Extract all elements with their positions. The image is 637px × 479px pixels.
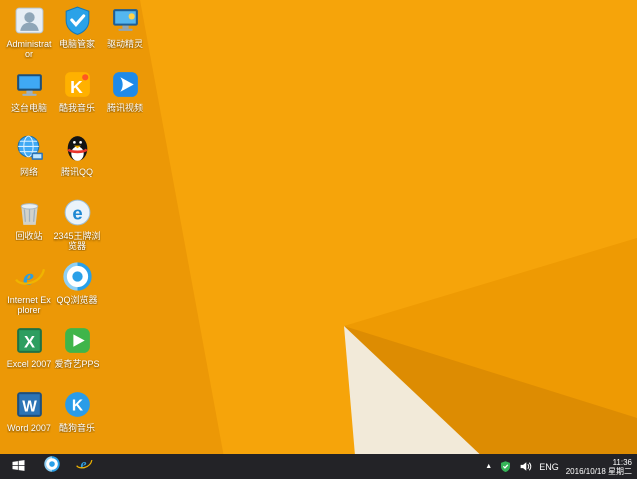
volume-button[interactable] [519, 460, 532, 473]
desktop-icon-network[interactable]: 网络 [5, 132, 53, 177]
desktop-icon-label: 爱奇艺PPS [54, 359, 100, 369]
svg-text:e: e [72, 203, 82, 224]
desktop-icon-2345-browser[interactable]: e 2345王牌浏览器 [53, 196, 101, 251]
desktop-icon-administrator[interactable]: Administrator [5, 4, 53, 59]
svg-text:K: K [70, 77, 83, 97]
desktop-icon-qq-browser[interactable]: QQ浏览器 [53, 260, 101, 305]
desktop-icon-label: 这台电脑 [10, 103, 47, 113]
qq-penguin-icon [61, 132, 94, 165]
desktop-icon-this-pc[interactable]: 这台电脑 [5, 68, 53, 113]
desktop-icon-label: 驱动精灵 [106, 39, 143, 49]
excel-icon: X [13, 324, 46, 357]
desktop-icon-label: 腾讯视频 [106, 103, 143, 113]
desktop-icon-label: 酷狗音乐 [58, 423, 95, 433]
kugou-k-icon: K [61, 388, 94, 421]
desktop-background[interactable]: Administrator 这台电脑网络回收站 e Internet Explorer… [0, 0, 637, 479]
desktop-icon-label: Administrator [6, 39, 52, 59]
driver-monitor-icon [109, 4, 142, 37]
desktop-icon-label: 酷我音乐 [58, 103, 95, 113]
desktop-icon-excel-2007[interactable]: X Excel 2007 [5, 324, 53, 369]
svg-text:e: e [22, 264, 33, 291]
taskbar: e ▲ ENG 11:36 2016/10/18 星期二 [0, 454, 637, 479]
security-tray-button[interactable] [499, 460, 512, 473]
desktop-icon-tencent-qq[interactable]: 腾讯QQ [53, 132, 101, 177]
shield-check-icon [499, 460, 512, 473]
svg-text:W: W [22, 399, 37, 416]
screen: Administrator 这台电脑网络回收站 e Internet Explorer… [0, 0, 637, 479]
desktop-icon-driver-genius[interactable]: 驱动精灵 [101, 4, 149, 49]
desktop-icon-label: 电脑管家 [58, 39, 95, 49]
qq-browser-icon [43, 455, 61, 478]
desktop-icon-recycle-bin[interactable]: 回收站 [5, 196, 53, 241]
clock[interactable]: 11:36 2016/10/18 星期二 [566, 458, 632, 476]
desktop-icon-label: Internet Explorer [7, 295, 51, 315]
desktop-icon-internet-explorer[interactable]: e Internet Explorer [5, 260, 53, 315]
desktop-icon-tencent-video[interactable]: 腾讯视频 [101, 68, 149, 113]
computer-icon [13, 68, 46, 101]
desktop-icon-word-2007[interactable]: W Word 2007 [5, 388, 53, 433]
desktop-icon-kuwo-music[interactable]: K 酷我音乐 [53, 68, 101, 113]
desktop-icon-label: Word 2007 [7, 423, 51, 433]
svg-text:K: K [71, 398, 83, 415]
start-button[interactable] [0, 454, 36, 479]
taskbar-app-qq-browser[interactable] [36, 454, 68, 479]
desktop-icon-label: 2345王牌浏览器 [53, 231, 101, 251]
user-folder-icon [13, 4, 46, 37]
taskbar-app-internet-explorer[interactable]: e [68, 454, 100, 479]
language-indicator[interactable]: ENG [539, 462, 559, 472]
desktop-icon-label: 回收站 [15, 231, 43, 241]
shield-check-icon [61, 4, 94, 37]
show-hidden-icons-button[interactable]: ▲ [485, 463, 492, 470]
svg-text:X: X [23, 334, 34, 352]
music-k-icon: K [61, 68, 94, 101]
desktop-icon-iqiyi-pps[interactable]: 爱奇艺PPS [53, 324, 101, 369]
ie-icon: e [13, 260, 46, 293]
desktop-icon-kugou-music[interactable]: K 酷狗音乐 [53, 388, 101, 433]
desktop-icon-label: 腾讯QQ [60, 167, 93, 177]
ie-icon: e [75, 455, 93, 478]
tencent-video-icon [109, 68, 142, 101]
desktop-icon-grid: Administrator 这台电脑网络回收站 e Internet Explorer… [0, 0, 637, 479]
windows-logo-icon [11, 458, 26, 476]
system-tray: ▲ ENG 11:36 2016/10/18 星期二 [485, 454, 637, 479]
speaker-icon [519, 460, 532, 473]
clock-time: 11:36 [612, 457, 632, 467]
desktop-icon-label: Excel 2007 [6, 359, 52, 369]
svg-text:e: e [80, 457, 86, 472]
browser-e-icon: e [61, 196, 94, 229]
desktop-icon-label: 网络 [19, 167, 38, 177]
iqiyi-play-icon [61, 324, 94, 357]
qq-browser-icon [61, 260, 94, 293]
network-globe-icon [13, 132, 46, 165]
chevron-up-icon: ▲ [485, 463, 493, 470]
recycle-bin-icon [13, 196, 46, 229]
desktop-icon-pc-manager[interactable]: 电脑管家 [53, 4, 101, 49]
pinned-apps: e [36, 454, 100, 479]
clock-date: 2016/10/18 星期二 [565, 466, 632, 476]
desktop-icon-label: QQ浏览器 [56, 295, 98, 305]
word-icon: W [13, 388, 46, 421]
